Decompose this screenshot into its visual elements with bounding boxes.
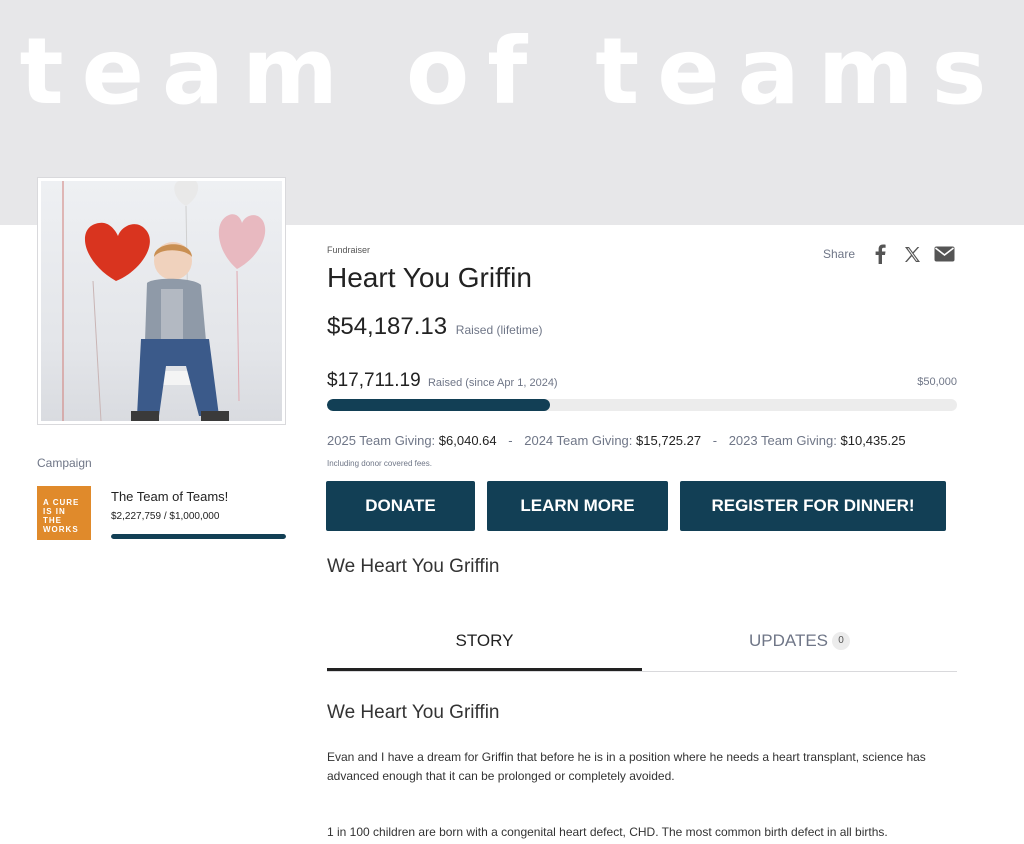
story-paragraph: Evan and I have a dream for Griffin that… bbox=[327, 750, 926, 783]
giving-2023-label: 2023 Team Giving: bbox=[728, 433, 837, 448]
child-with-balloons-image bbox=[41, 181, 282, 421]
raised-since-label: Raised (since Apr 1, 2024) bbox=[427, 377, 558, 389]
donate-button[interactable]: DONATE bbox=[326, 481, 475, 531]
giving-2023-value: $10,435.25 bbox=[840, 433, 906, 448]
fundraiser-progress-bar bbox=[327, 399, 957, 411]
fundraiser-photo bbox=[37, 177, 286, 425]
raised-since: $17,711.19 Raised (since Apr 1, 2024) bbox=[327, 370, 558, 392]
giving-2025-label: 2025 Team Giving: bbox=[327, 433, 436, 448]
banner-title: team of teams bbox=[19, 18, 1005, 125]
tab-story[interactable]: STORY bbox=[327, 622, 642, 671]
giving-separator: - bbox=[508, 433, 513, 448]
updates-count-badge: 0 bbox=[832, 632, 851, 650]
raised-since-amount: $17,711.19 bbox=[327, 370, 421, 391]
giving-2024-value: $15,725.27 bbox=[636, 433, 702, 448]
goal-amount: $50,000 bbox=[917, 376, 957, 388]
giving-separator: - bbox=[712, 433, 718, 448]
fees-note: Including donor covered fees. bbox=[327, 459, 432, 468]
campaign-progress-bar bbox=[111, 534, 286, 539]
campaign-logo[interactable]: A CURE IS IN THE WORKS bbox=[37, 486, 91, 540]
content-tabs: STORY UPDATES 0 bbox=[327, 622, 957, 672]
fundraiser-subtitle: We Heart You Griffin bbox=[327, 556, 500, 577]
register-for-dinner-button[interactable]: REGISTER FOR DINNER! bbox=[680, 481, 946, 531]
campaign-name-link[interactable]: The Team of Teams! bbox=[111, 489, 228, 504]
story-paragraph: 1 in 100 children are born with a congen… bbox=[327, 825, 888, 839]
campaign-label: Campaign bbox=[37, 456, 92, 470]
share-label: Share bbox=[823, 247, 856, 261]
campaign-progress-fill bbox=[111, 534, 286, 539]
learn-more-button[interactable]: LEARN MORE bbox=[487, 481, 668, 531]
raised-lifetime-amount: $54,187.13 bbox=[327, 313, 448, 340]
team-giving-summary: 2025 Team Giving: $6,040.64 - 2024 Team … bbox=[327, 433, 906, 448]
raised-lifetime: $54,187.13 Raised (lifetime) bbox=[327, 313, 543, 341]
tab-updates-label: UPDATES bbox=[748, 631, 829, 650]
tab-story-label: STORY bbox=[455, 631, 514, 650]
story-heading: We Heart You Griffin bbox=[327, 702, 500, 723]
x-icon[interactable] bbox=[901, 243, 923, 265]
page-title: Heart You Griffin bbox=[327, 262, 532, 293]
share-bar: Share bbox=[823, 240, 955, 268]
facebook-icon[interactable] bbox=[869, 243, 891, 265]
campaign-amount: $2,227,759 / $1,000,000 bbox=[111, 511, 220, 522]
fundraiser-eyebrow: Fundraiser bbox=[327, 245, 371, 255]
giving-2024-label: 2024 Team Giving: bbox=[524, 433, 633, 448]
fundraiser-progress-fill bbox=[327, 399, 551, 411]
giving-2025-value: $6,040.64 bbox=[438, 433, 497, 448]
raised-lifetime-label: Raised (lifetime) bbox=[455, 323, 543, 337]
email-icon[interactable] bbox=[933, 243, 955, 265]
tab-updates[interactable]: UPDATES 0 bbox=[642, 622, 957, 671]
